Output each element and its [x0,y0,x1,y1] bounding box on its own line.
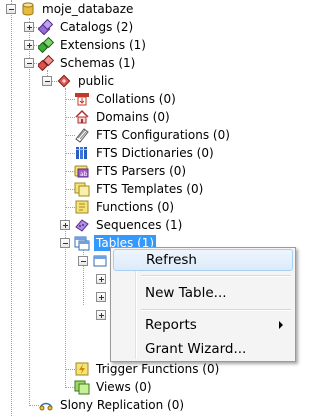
tree-item-label: Domains (0) [96,110,170,124]
sequences-icon [74,217,90,233]
collapse-toggle-table[interactable] [78,256,88,266]
domains-icon [74,109,90,125]
tree-item-fts-parsers[interactable]: ab FTS Parsers (0) [74,162,188,180]
fts-configurations-icon [74,127,90,143]
tree-item-label: FTS Templates (0) [96,182,204,196]
fts-parsers-icon: ab [74,163,90,179]
table-icon [92,253,108,269]
tree-item-label: Catalogs (2) [60,20,134,34]
menu-item-label: Reports [145,317,197,333]
expand-toggle-constraints[interactable] [96,292,106,302]
expand-toggle-columns[interactable] [96,274,106,284]
svg-text:ab: ab [80,171,88,178]
trigger-functions-icon [74,361,90,377]
tree-item-fts-dictionaries[interactable]: FTS Dictionaries (0) [74,144,216,162]
menu-separator [141,275,291,277]
functions-icon [74,199,90,215]
context-menu: Refresh New Table... Reports Grant Wizar… [110,247,296,362]
expand-toggle-extensions[interactable] [24,40,34,50]
collapse-toggle[interactable] [6,4,16,14]
tree-item-label: Slony Replication (0) [60,398,185,412]
tree-item-fts-configurations[interactable]: FTS Configurations (0) [74,126,232,144]
tree-item-label: Trigger Functions (0) [96,362,220,376]
tree-item-label: FTS Dictionaries (0) [96,146,214,160]
extensions-icon [38,37,54,53]
menu-item-new-table[interactable]: New Table... [113,282,293,304]
tree-guide-line [11,0,12,416]
catalogs-icon [38,19,54,35]
tree-item-trigger-functions[interactable]: Trigger Functions (0) [74,360,221,378]
tree-guide-line [29,18,30,406]
collapse-toggle-tables[interactable] [60,238,70,248]
tree-item-public[interactable]: public [56,72,116,90]
tables-icon [74,235,90,251]
tree-item-label: FTS Configurations (0) [96,128,230,142]
tree-item-label: Functions (0) [96,200,175,214]
collapse-toggle-public[interactable] [42,76,52,86]
tree-item-label: Extensions (1) [60,38,146,52]
tree-item-table[interactable] [92,252,108,270]
submenu-arrow-icon [279,321,283,329]
tree-item-slony-replication[interactable]: Slony Replication (0) [38,396,186,414]
menu-item-label: Refresh [146,252,197,268]
slony-replication-icon [38,397,54,413]
fts-dictionaries-icon [74,145,90,161]
collapse-toggle-schemas[interactable] [24,58,34,68]
tree-item-views[interactable]: Views (0) [74,378,154,396]
menu-item-label: Grant Wizard... [145,341,247,357]
tree-item-fts-templates[interactable]: FTS Templates (0) [74,180,205,198]
database-icon [20,1,36,17]
tree-item-domains[interactable]: Domains (0) [74,108,172,126]
tree-item-label: public [78,74,115,88]
collations-icon [74,91,90,107]
schema-icon [56,73,72,89]
menu-item-reports[interactable]: Reports [113,314,293,336]
tree-item-functions[interactable]: Functions (0) [74,198,176,216]
views-icon [74,379,90,395]
tree-guide-line [65,88,66,386]
expand-toggle-indexes[interactable] [96,310,106,320]
tree-item-catalogs[interactable]: Catalogs (2) [38,18,135,36]
tree-item-label: Schemas (1) [60,56,136,70]
expand-toggle-sequences[interactable] [60,220,70,230]
tree-item-database[interactable]: moje_databaze [20,0,135,18]
tree-item-label: FTS Parsers (0) [96,164,187,178]
tree-item-extensions[interactable]: Extensions (1) [38,36,148,54]
menu-item-grant-wizard[interactable]: Grant Wizard... [113,338,293,360]
menu-separator [141,309,291,311]
menu-item-refresh[interactable]: Refresh [113,249,293,271]
expand-toggle-catalogs[interactable] [24,22,34,32]
tree-item-label: Views (0) [96,380,152,394]
tree-item-label: Collations (0) [96,92,176,106]
tree-item-schemas[interactable]: Schemas (1) [38,54,137,72]
fts-templates-icon [74,181,90,197]
schemas-icon [38,55,54,71]
tree-item-label: moje_databaze [42,2,134,16]
tree-item-label: Sequences (1) [96,218,183,232]
tree-item-collations[interactable]: Collations (0) [74,90,178,108]
tree-item-sequences[interactable]: Sequences (1) [74,216,184,234]
menu-item-label: New Table... [145,285,227,301]
